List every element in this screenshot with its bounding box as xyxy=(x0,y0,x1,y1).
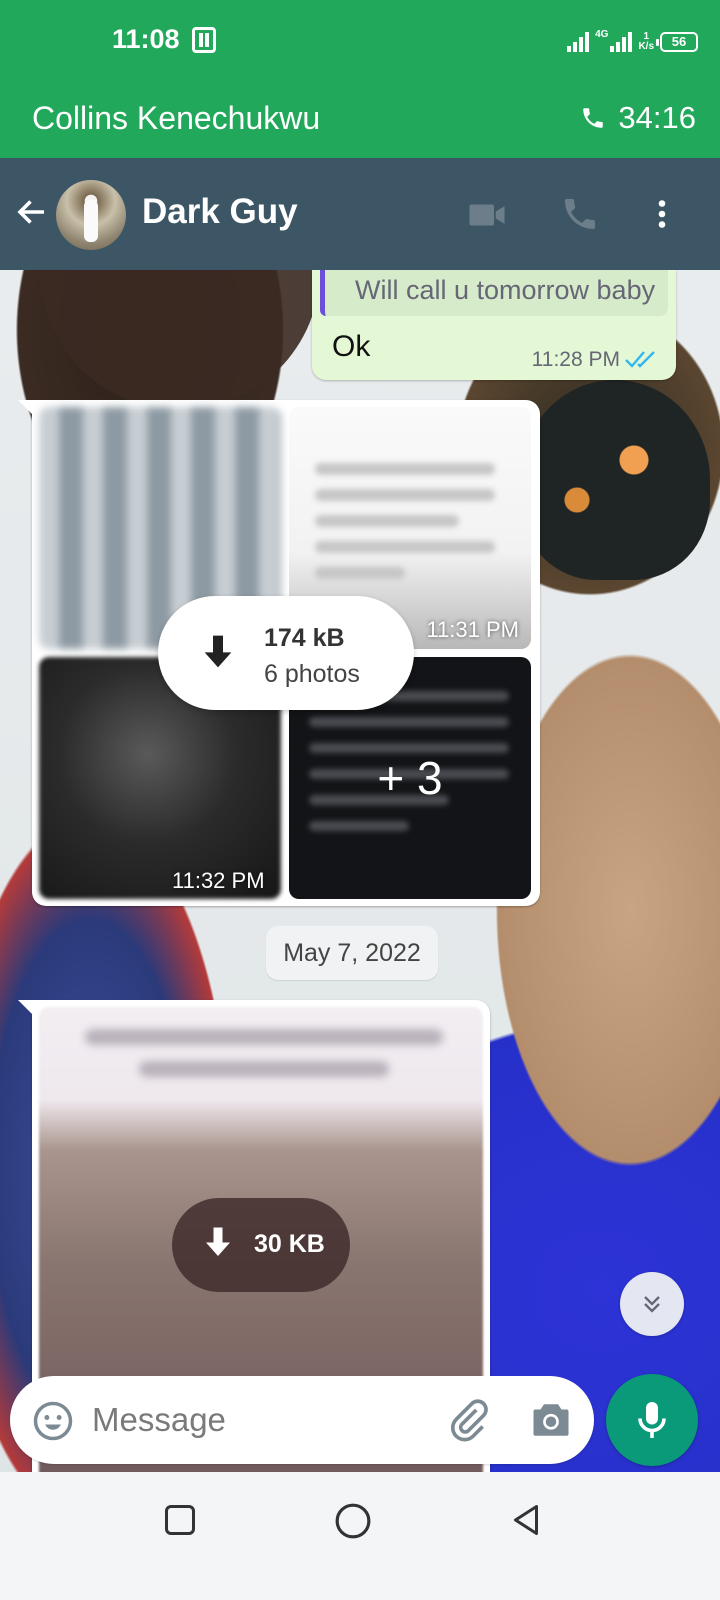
message-composer xyxy=(10,1376,594,1464)
attachment-icon[interactable] xyxy=(446,1398,490,1442)
double-chevron-down-icon xyxy=(644,1296,660,1313)
camera-icon[interactable] xyxy=(530,1400,572,1440)
status-icons: 4G 1 K/s 56 xyxy=(567,22,698,52)
video-call-icon[interactable] xyxy=(466,194,508,236)
home-icon[interactable] xyxy=(334,1502,372,1540)
quoted-text: Will call u tomorrow baby xyxy=(355,275,656,305)
album-size: 174 kB xyxy=(264,624,345,652)
album-time-1: 11:31 PM xyxy=(426,617,519,642)
read-receipt-icon xyxy=(625,351,655,368)
message-time: 11:28 PM xyxy=(531,348,620,371)
image-size: 30 KB xyxy=(254,1230,325,1258)
signal-icon xyxy=(567,30,590,52)
quoted-reply[interactable]: Will call u tomorrow baby xyxy=(320,270,668,316)
date-separator: May 7, 2022 xyxy=(266,926,438,980)
sim-icon xyxy=(192,27,216,53)
message-text: Ok xyxy=(332,330,371,363)
chat-header: Dark Guy xyxy=(0,158,720,270)
wallpaper-scarf xyxy=(520,380,710,580)
avatar[interactable] xyxy=(56,180,126,250)
photo-album-message[interactable]: 11:31 PM 11:32 PM + 3 174 kB 6 photos xyxy=(18,400,540,906)
outgoing-message[interactable]: Will call u tomorrow baby Ok 11:28 PM xyxy=(312,270,676,380)
image-download-button[interactable]: 30 KB xyxy=(172,1198,350,1292)
back-nav-icon[interactable] xyxy=(508,1502,544,1538)
wallpaper-figure xyxy=(40,270,320,410)
album-download-button[interactable]: 174 kB 6 photos xyxy=(158,596,414,710)
album-photo-count: 6 photos xyxy=(264,660,360,688)
microphone-icon xyxy=(638,1402,666,1438)
voice-message-button[interactable] xyxy=(606,1374,698,1466)
contact-name[interactable]: Dark Guy xyxy=(142,192,298,232)
download-icon xyxy=(204,635,232,668)
network-4g-indicator: 4G xyxy=(595,30,633,52)
phone-icon xyxy=(583,108,604,128)
recent-apps-icon[interactable] xyxy=(162,1502,198,1538)
system-navigation-bar xyxy=(0,1472,720,1600)
data-rate: 1 K/s xyxy=(638,31,654,52)
message-input[interactable] xyxy=(92,1394,422,1446)
ongoing-call-banner[interactable]: 11:08 4G 1 K/s 56 Collins Kenechukwu 34:… xyxy=(0,0,720,158)
back-arrow-icon[interactable] xyxy=(14,194,50,230)
album-time-2: 11:32 PM xyxy=(172,868,265,893)
battery-icon: 56 xyxy=(656,32,698,52)
call-duration: 34:16 xyxy=(618,100,696,135)
more-options-icon[interactable] xyxy=(644,194,680,234)
voice-call-icon[interactable] xyxy=(560,194,600,234)
call-contact-name: Collins Kenechukwu xyxy=(32,100,321,136)
status-time: 11:08 xyxy=(112,24,180,54)
emoji-icon[interactable] xyxy=(32,1400,74,1442)
download-icon xyxy=(206,1227,230,1256)
scroll-to-bottom-button[interactable] xyxy=(620,1272,684,1336)
chat-area[interactable]: Will call u tomorrow baby Ok 11:28 PM 11… xyxy=(0,270,720,1500)
signal-icon-2 xyxy=(610,30,633,52)
